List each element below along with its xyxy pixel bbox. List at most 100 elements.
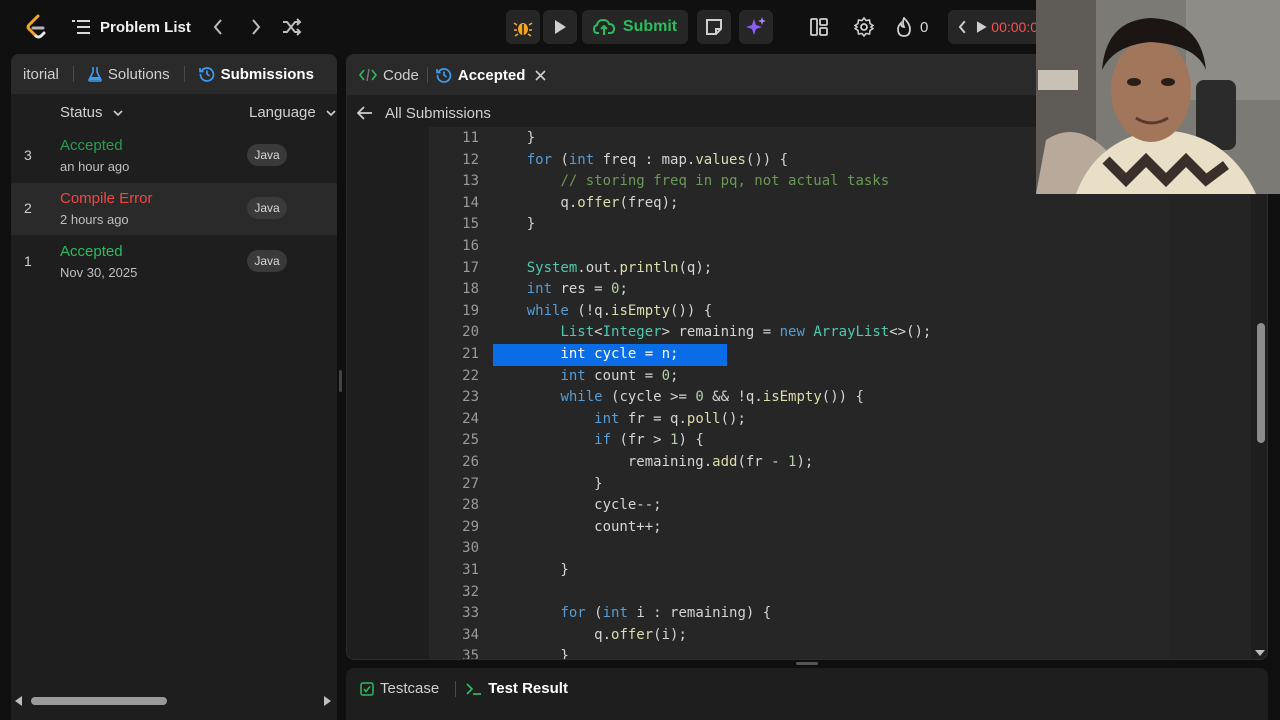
code-text: } [493,648,569,660]
submission-status: Compile Error [60,190,153,207]
submit-label: Submit [622,18,678,35]
line-number: 33 [462,605,479,622]
line-number: 27 [462,475,479,492]
code-text: remaining.add(fr - 1); [493,454,814,470]
tab-editorial[interactable]: itorial [23,66,59,83]
code-line[interactable]: 21 int cycle = n; [429,344,1169,366]
language-badge: Java [247,144,287,166]
fire-icon [897,17,911,37]
chevron-left-icon [213,19,222,35]
line-number: 34 [462,626,479,643]
code-line[interactable]: 15 } [429,214,1169,236]
code-line[interactable]: 34 q.offer(i); [429,625,1169,647]
tab-test-result-label: Test Result [488,680,568,697]
code-line[interactable]: 16 [429,236,1169,258]
scrollbar-thumb[interactable] [31,697,167,705]
line-number: 23 [462,389,479,406]
line-number: 24 [462,410,479,427]
history-icon [436,68,452,83]
code-line[interactable]: 24 int fr = q.poll(); [429,409,1169,431]
code-line[interactable]: 35 } [429,646,1169,660]
close-icon[interactable] [535,69,546,81]
horizontal-scrollbar[interactable] [11,690,337,712]
tab-accepted-label: Accepted [457,66,526,84]
scroll-left-icon[interactable] [15,696,23,706]
code-line[interactable]: 30 [429,538,1169,560]
panel-resize-handle[interactable] [339,370,342,392]
code-text: } [493,475,603,492]
tab-divider [426,67,428,83]
tab-code[interactable]: Code [359,67,419,84]
play-icon [976,21,987,33]
vertical-scrollbar-thumb[interactable] [1257,323,1265,443]
tab-test-result[interactable]: Test Result [466,680,568,697]
settings-button[interactable] [854,14,874,40]
prev-problem-button[interactable] [212,14,224,40]
code-line[interactable]: 17 System.out.println(q); [429,258,1169,280]
code-text: List<Integer> remaining = new ArrayList<… [560,324,932,341]
code-line[interactable]: 32 [429,582,1169,604]
code-line[interactable]: 22 int count = 0; [429,366,1169,388]
code-text: for (int freq : map.values()) { [526,151,789,168]
ai-assist-button[interactable] [739,10,773,44]
line-number: 32 [462,583,479,600]
streak-counter[interactable]: 0 [896,14,928,40]
code-text: int cycle = n; [493,346,679,362]
code-line[interactable]: 29 count++; [429,517,1169,539]
submission-row[interactable]: 1 Accepted Nov 30, 2025 Java [11,236,337,288]
layout-button[interactable] [810,14,828,40]
code-line[interactable]: 27 } [429,474,1169,496]
code-line[interactable]: 18 int res = 0; [429,279,1169,301]
timer[interactable]: 00:00:0 [948,10,1038,44]
code-text: cycle--; [493,497,662,514]
code-line[interactable]: 25 if (fr > 1) { [429,430,1169,452]
streak-count: 0 [920,18,929,36]
code-line[interactable]: 20 List<Integer> remaining = new ArrayLi… [429,322,1169,344]
tab-testcase[interactable]: Testcase [360,680,439,697]
line-number: 28 [462,497,479,514]
next-problem-button[interactable] [250,14,262,40]
run-button[interactable] [543,10,577,44]
tab-submissions[interactable]: Submissions [198,65,314,83]
editor-gutter [1169,127,1251,659]
submission-number: 2 [24,200,32,216]
notes-button[interactable] [697,10,731,44]
language-badge: Java [247,197,287,219]
code-line[interactable]: 26 remaining.add(fr - 1); [429,452,1169,474]
problem-list-label: Problem List [100,18,191,36]
submission-row[interactable]: 3 Accepted an hour ago Java [11,130,337,182]
status-column-header[interactable]: Status [60,104,123,121]
tab-submissions-label: Submissions [220,65,314,83]
line-number: 20 [462,324,479,341]
code-icon [359,68,377,82]
scroll-down-icon[interactable] [1255,649,1265,657]
bug-icon [513,22,533,37]
language-column-header[interactable]: Language [249,104,336,121]
chevron-right-icon [252,19,261,35]
code-text: for (int i : remaining) { [560,605,772,622]
arrow-left-icon [357,106,372,120]
problem-list-button[interactable]: Problem List [72,14,191,40]
code-text: } [493,562,569,578]
vertical-resize-handle[interactable] [796,662,818,665]
tab-accepted[interactable]: Accepted [436,67,547,84]
random-problem-button[interactable] [282,14,302,40]
submit-button[interactable]: Submit [582,10,688,44]
code-line[interactable]: 31 } [429,560,1169,582]
code-viewer[interactable]: 11 } 12 for (int freq : map.values()) {13… [429,127,1169,660]
code-line[interactable]: 14 q.offer(freq); [429,193,1169,215]
code-line[interactable]: 23 while (cycle >= 0 && !q.isEmpty()) { [429,387,1169,409]
debug-button[interactable] [506,10,540,44]
code-line[interactable]: 33 for (int i : remaining) { [429,603,1169,625]
code-line[interactable]: 19 while (!q.isEmpty()) { [429,301,1169,323]
shuffle-icon [283,18,302,36]
tab-divider [72,66,74,82]
layout-grid-icon [810,18,828,36]
code-line[interactable]: 28 cycle--; [429,495,1169,517]
scroll-right-icon[interactable] [323,696,331,706]
code-text: int count = 0; [560,367,679,384]
leetcode-logo-icon[interactable] [24,14,48,40]
tab-solutions[interactable]: Solutions [88,66,170,83]
submission-row[interactable]: 2 Compile Error 2 hours ago Java [11,183,337,235]
line-number: 18 [462,281,479,298]
